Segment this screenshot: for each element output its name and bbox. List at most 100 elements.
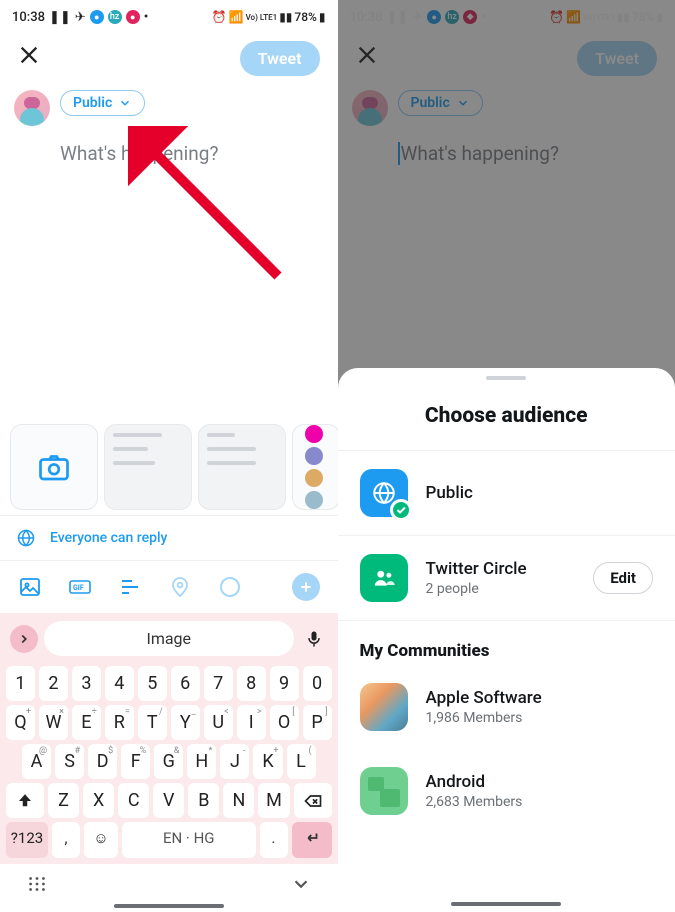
key-u[interactable]: U<: [204, 705, 233, 740]
close-button[interactable]: [18, 44, 40, 72]
audience-option-circle[interactable]: Twitter Circle 2 people Edit: [338, 536, 675, 621]
community-android[interactable]: Android 2,683 Members: [338, 749, 675, 833]
camera-icon: [36, 449, 72, 485]
key-v[interactable]: V: [153, 783, 184, 818]
kb-row-3: A@S#D$F%G&H*J-K+L(: [6, 744, 332, 779]
reply-settings[interactable]: Everyone can reply: [0, 515, 338, 561]
key-e[interactable]: E÷: [72, 705, 101, 740]
chevron-down-icon: [118, 96, 132, 110]
key-6[interactable]: 6: [171, 666, 200, 701]
record-icon: ●: [126, 10, 140, 24]
key-o[interactable]: O[: [270, 705, 299, 740]
key-d[interactable]: D$: [88, 744, 117, 779]
edit-circle-button[interactable]: Edit: [593, 562, 653, 594]
gif-icon[interactable]: GIF: [68, 575, 92, 599]
key-s[interactable]: S#: [55, 744, 84, 779]
key-w[interactable]: W×: [39, 705, 68, 740]
community-sub: 2,683 Members: [426, 794, 654, 810]
key-emoji[interactable]: ☺: [84, 822, 118, 858]
alarm-icon: ⏰: [212, 10, 227, 24]
tweet-button[interactable]: Tweet: [240, 41, 320, 76]
camera-tile[interactable]: [10, 424, 98, 510]
globe-icon: [360, 469, 408, 517]
key-3[interactable]: 3: [72, 666, 101, 701]
communities-header: My Communities: [338, 621, 675, 665]
media-thumb-1[interactable]: [104, 424, 192, 510]
key-t[interactable]: T/: [138, 705, 167, 740]
key-m[interactable]: M: [258, 783, 289, 818]
key-x[interactable]: X: [83, 783, 114, 818]
poll-icon[interactable]: [118, 575, 142, 599]
wifi-icon: 📶: [229, 10, 244, 24]
key-7[interactable]: 7: [204, 666, 233, 701]
battery-icon: ▮: [319, 10, 326, 24]
key-h[interactable]: H*: [187, 744, 216, 779]
key-i[interactable]: I>: [237, 705, 266, 740]
key-space[interactable]: EN · HG: [122, 822, 256, 858]
key-5[interactable]: 5: [138, 666, 167, 701]
add-thread-button[interactable]: [292, 573, 320, 601]
key-symbols[interactable]: ?123: [6, 822, 48, 858]
key-2[interactable]: 2: [39, 666, 68, 701]
screen-audience-sheet: 10:38 ❚❚ ✈ ● hz ◆ • ⏰ 📶 Vo) LTE1 ▮▮ 78% …: [338, 0, 675, 912]
home-indicator[interactable]: [114, 904, 224, 908]
media-thumb-3[interactable]: [292, 424, 340, 510]
media-thumb-2[interactable]: [198, 424, 286, 510]
community-icon: [360, 683, 408, 731]
keyboard[interactable]: Image 1234567890 Q+W×E÷R=T/Y_U<I>O[P] A@…: [0, 613, 338, 864]
key-c[interactable]: C: [118, 783, 149, 818]
screen-compose: 10:38 ❚❚ ✈ ● hz ● • ⏰ 📶 Vo) LTE1 ▮▮ 78% …: [0, 0, 338, 912]
kb-row-5: ?123 , ☺ EN · HG .: [6, 822, 332, 858]
key-g[interactable]: G&: [154, 744, 183, 779]
key-enter[interactable]: [292, 822, 332, 858]
community-label: Android: [426, 772, 654, 792]
avatar[interactable]: [14, 90, 50, 126]
key-r[interactable]: R=: [105, 705, 134, 740]
kb-expand-icon[interactable]: [10, 625, 38, 653]
image-icon[interactable]: [18, 575, 42, 599]
key-z[interactable]: Z: [48, 783, 79, 818]
key-comma[interactable]: ,: [52, 822, 80, 858]
volte-icon: Vo): [246, 13, 258, 22]
home-indicator[interactable]: [451, 902, 561, 906]
compose-header: Tweet: [0, 30, 338, 86]
location-icon[interactable]: [168, 575, 192, 599]
key-8[interactable]: 8: [237, 666, 266, 701]
key-period[interactable]: .: [260, 822, 288, 858]
key-4[interactable]: 4: [105, 666, 134, 701]
key-p[interactable]: P]: [303, 705, 332, 740]
kb-row-4: ZXCVBNM: [6, 783, 332, 818]
media-strip: [0, 419, 338, 515]
key-shift[interactable]: [6, 783, 44, 818]
reply-label: Everyone can reply: [50, 530, 167, 546]
key-k[interactable]: K+: [253, 744, 282, 779]
key-l[interactable]: L(: [287, 744, 316, 779]
key-y[interactable]: Y_: [171, 705, 200, 740]
key-a[interactable]: A@: [22, 744, 51, 779]
key-b[interactable]: B: [188, 783, 219, 818]
key-0[interactable]: 0: [303, 666, 332, 701]
people-icon: [360, 554, 408, 602]
key-1[interactable]: 1: [6, 666, 35, 701]
key-q[interactable]: Q+: [6, 705, 35, 740]
audience-selector[interactable]: Public: [60, 90, 145, 116]
circle-sub: 2 people: [426, 581, 576, 597]
mic-icon[interactable]: [300, 625, 328, 653]
key-f[interactable]: F%: [121, 744, 150, 779]
key-backspace[interactable]: [294, 783, 332, 818]
compose-placeholder[interactable]: What's happening?: [0, 126, 338, 165]
community-sub: 1,986 Members: [426, 710, 654, 726]
key-j[interactable]: J-: [220, 744, 249, 779]
community-icon: [360, 767, 408, 815]
key-9[interactable]: 9: [270, 666, 299, 701]
community-apple[interactable]: Apple Software 1,986 Members: [338, 665, 675, 749]
kb-grid-icon[interactable]: [26, 873, 48, 895]
audience-option-public[interactable]: Public: [338, 451, 675, 536]
kb-suggestion[interactable]: Image: [44, 621, 294, 656]
key-n[interactable]: N: [223, 783, 254, 818]
android-navbar: [0, 864, 338, 904]
audience-sheet: Choose audience Public Twitter Circle 2 …: [338, 368, 675, 912]
kb-collapse-icon[interactable]: [290, 873, 312, 895]
svg-text:GIF: GIF: [73, 584, 84, 592]
status-dot-1: ●: [90, 10, 104, 24]
